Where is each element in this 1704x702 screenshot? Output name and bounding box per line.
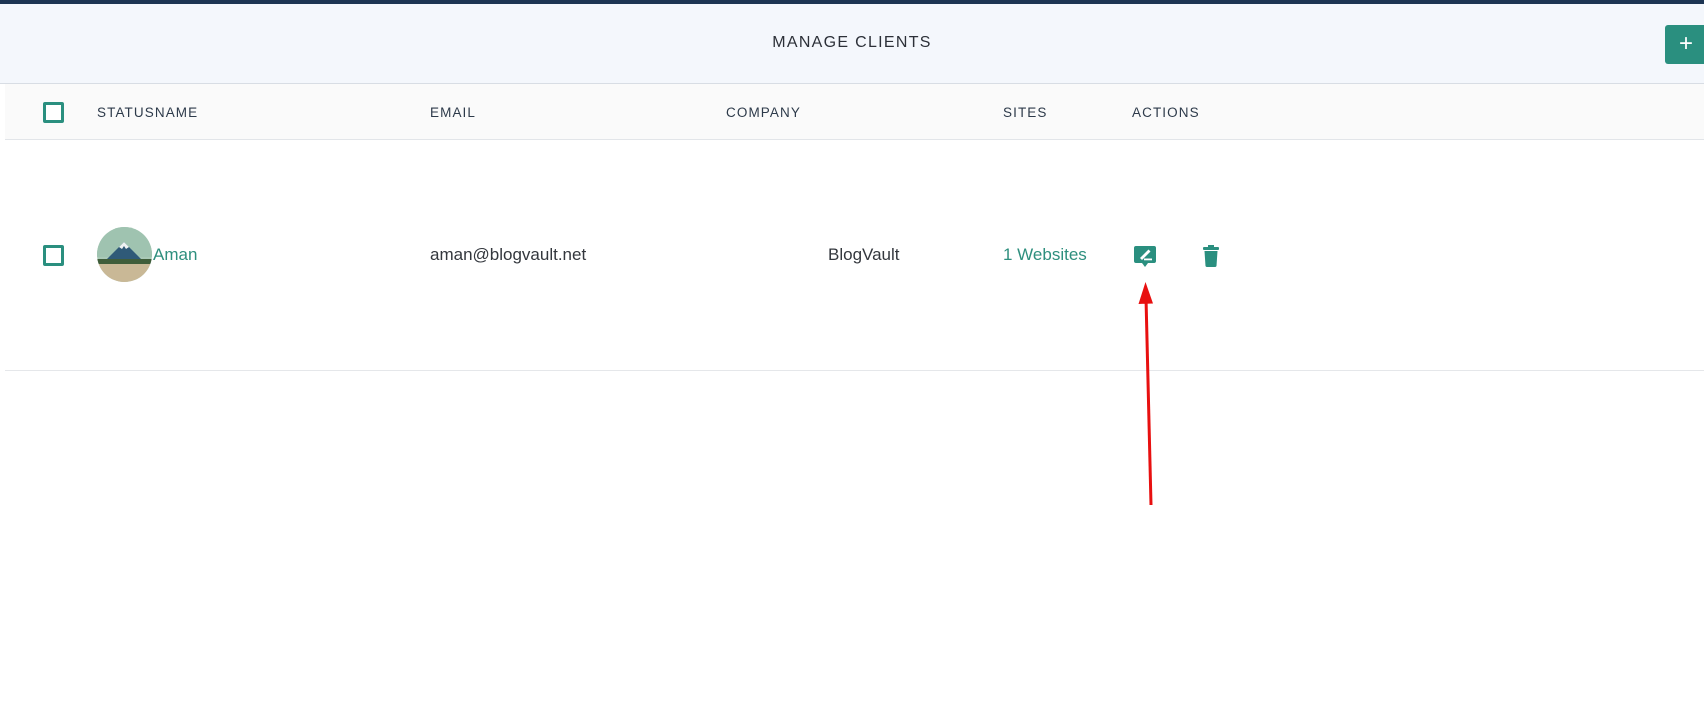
table-header: STATUSNAME EMAIL COMPANY SITES ACTIONS [5, 84, 1704, 140]
add-client-button[interactable]: + [1665, 25, 1704, 64]
edit-icon[interactable] [1133, 244, 1157, 273]
row-checkbox[interactable] [43, 245, 64, 266]
client-company: BlogVault [828, 245, 900, 264]
select-all-checkbox[interactable] [43, 102, 64, 123]
delete-icon[interactable] [1201, 244, 1221, 273]
table-row: Aman aman@blogvault.net BlogVault 1 Webs… [5, 140, 1704, 371]
page-title: MANAGE CLIENTS [772, 34, 932, 51]
client-sites-link[interactable]: 1 Websites [1003, 245, 1087, 265]
client-email: aman@blogvault.net [430, 245, 587, 264]
column-header-actions: ACTIONS [1132, 105, 1200, 120]
column-header-email[interactable]: EMAIL [430, 105, 476, 120]
column-header-sites[interactable]: SITES [1003, 105, 1048, 120]
client-name-link[interactable]: Aman [153, 245, 197, 265]
column-header-company[interactable]: COMPANY [726, 105, 801, 120]
avatar [97, 227, 152, 282]
page-header: MANAGE CLIENTS + [0, 4, 1704, 84]
column-header-statusname[interactable]: STATUSNAME [97, 105, 198, 120]
